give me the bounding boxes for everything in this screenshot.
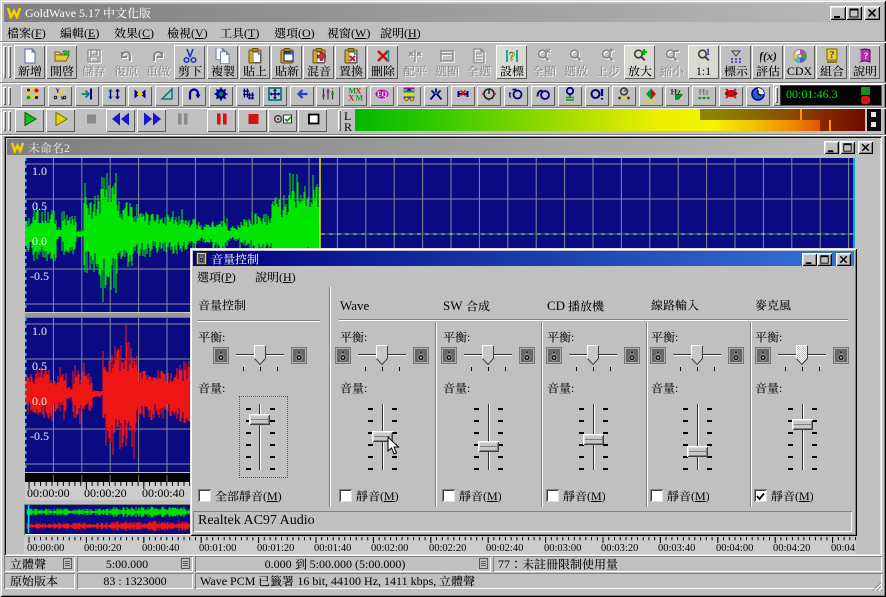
svg-text:00:03:00: 00:03:00 <box>544 543 581 554</box>
svg-text:00:04:40: 00:04:40 <box>831 543 856 554</box>
svg-text:00:04:20: 00:04:20 <box>773 543 810 554</box>
svg-text:EQ: EQ <box>377 91 388 99</box>
svg-text:M: M <box>356 94 363 102</box>
svg-text:1.0: 1.0 <box>32 164 47 178</box>
svg-text:00:01:20: 00:01:20 <box>257 543 294 554</box>
svg-text:X: X <box>349 94 355 102</box>
svg-text:-0.5: -0.5 <box>30 269 49 283</box>
svg-text:1.0: 1.0 <box>32 324 47 338</box>
svg-text:00:00:00: 00:00:00 <box>27 486 70 500</box>
svg-text:?: ? <box>829 50 834 61</box>
svg-text:?: ? <box>863 51 868 61</box>
svg-text:Hz: Hz <box>699 87 710 97</box>
svg-text:0.0: 0.0 <box>32 394 47 408</box>
svg-text:00:00:20: 00:00:20 <box>84 543 121 554</box>
svg-text:00:02:40: 00:02:40 <box>486 543 523 554</box>
svg-text:?: ? <box>508 49 515 64</box>
svg-text:00:03:20: 00:03:20 <box>601 543 638 554</box>
svg-text:00:04:00: 00:04:00 <box>716 543 753 554</box>
svg-text:0.5: 0.5 <box>32 359 47 373</box>
svg-text:0.0: 0.0 <box>32 234 47 248</box>
svg-text:00:02:00: 00:02:00 <box>371 543 408 554</box>
svg-text:00:03:40: 00:03:40 <box>658 543 695 554</box>
svg-text:00:02:20: 00:02:20 <box>429 543 466 554</box>
svg-text:t: t <box>509 90 512 100</box>
svg-text:00:00:20: 00:00:20 <box>84 486 127 500</box>
svg-text:1: 1 <box>705 48 710 57</box>
svg-text:00:00:40: 00:00:40 <box>142 543 179 554</box>
svg-text:f(x): f(x) <box>760 49 776 63</box>
svg-text:-0.5: -0.5 <box>30 429 49 443</box>
svg-text:0.5: 0.5 <box>32 199 47 213</box>
svg-text:00:01:40: 00:01:40 <box>314 543 351 554</box>
svg-text:00:01:00: 00:01:00 <box>199 543 236 554</box>
svg-text:00:00:00: 00:00:00 <box>27 543 64 554</box>
svg-text:Y: Y <box>56 89 61 95</box>
svg-text:00:00:40: 00:00:40 <box>142 486 185 500</box>
